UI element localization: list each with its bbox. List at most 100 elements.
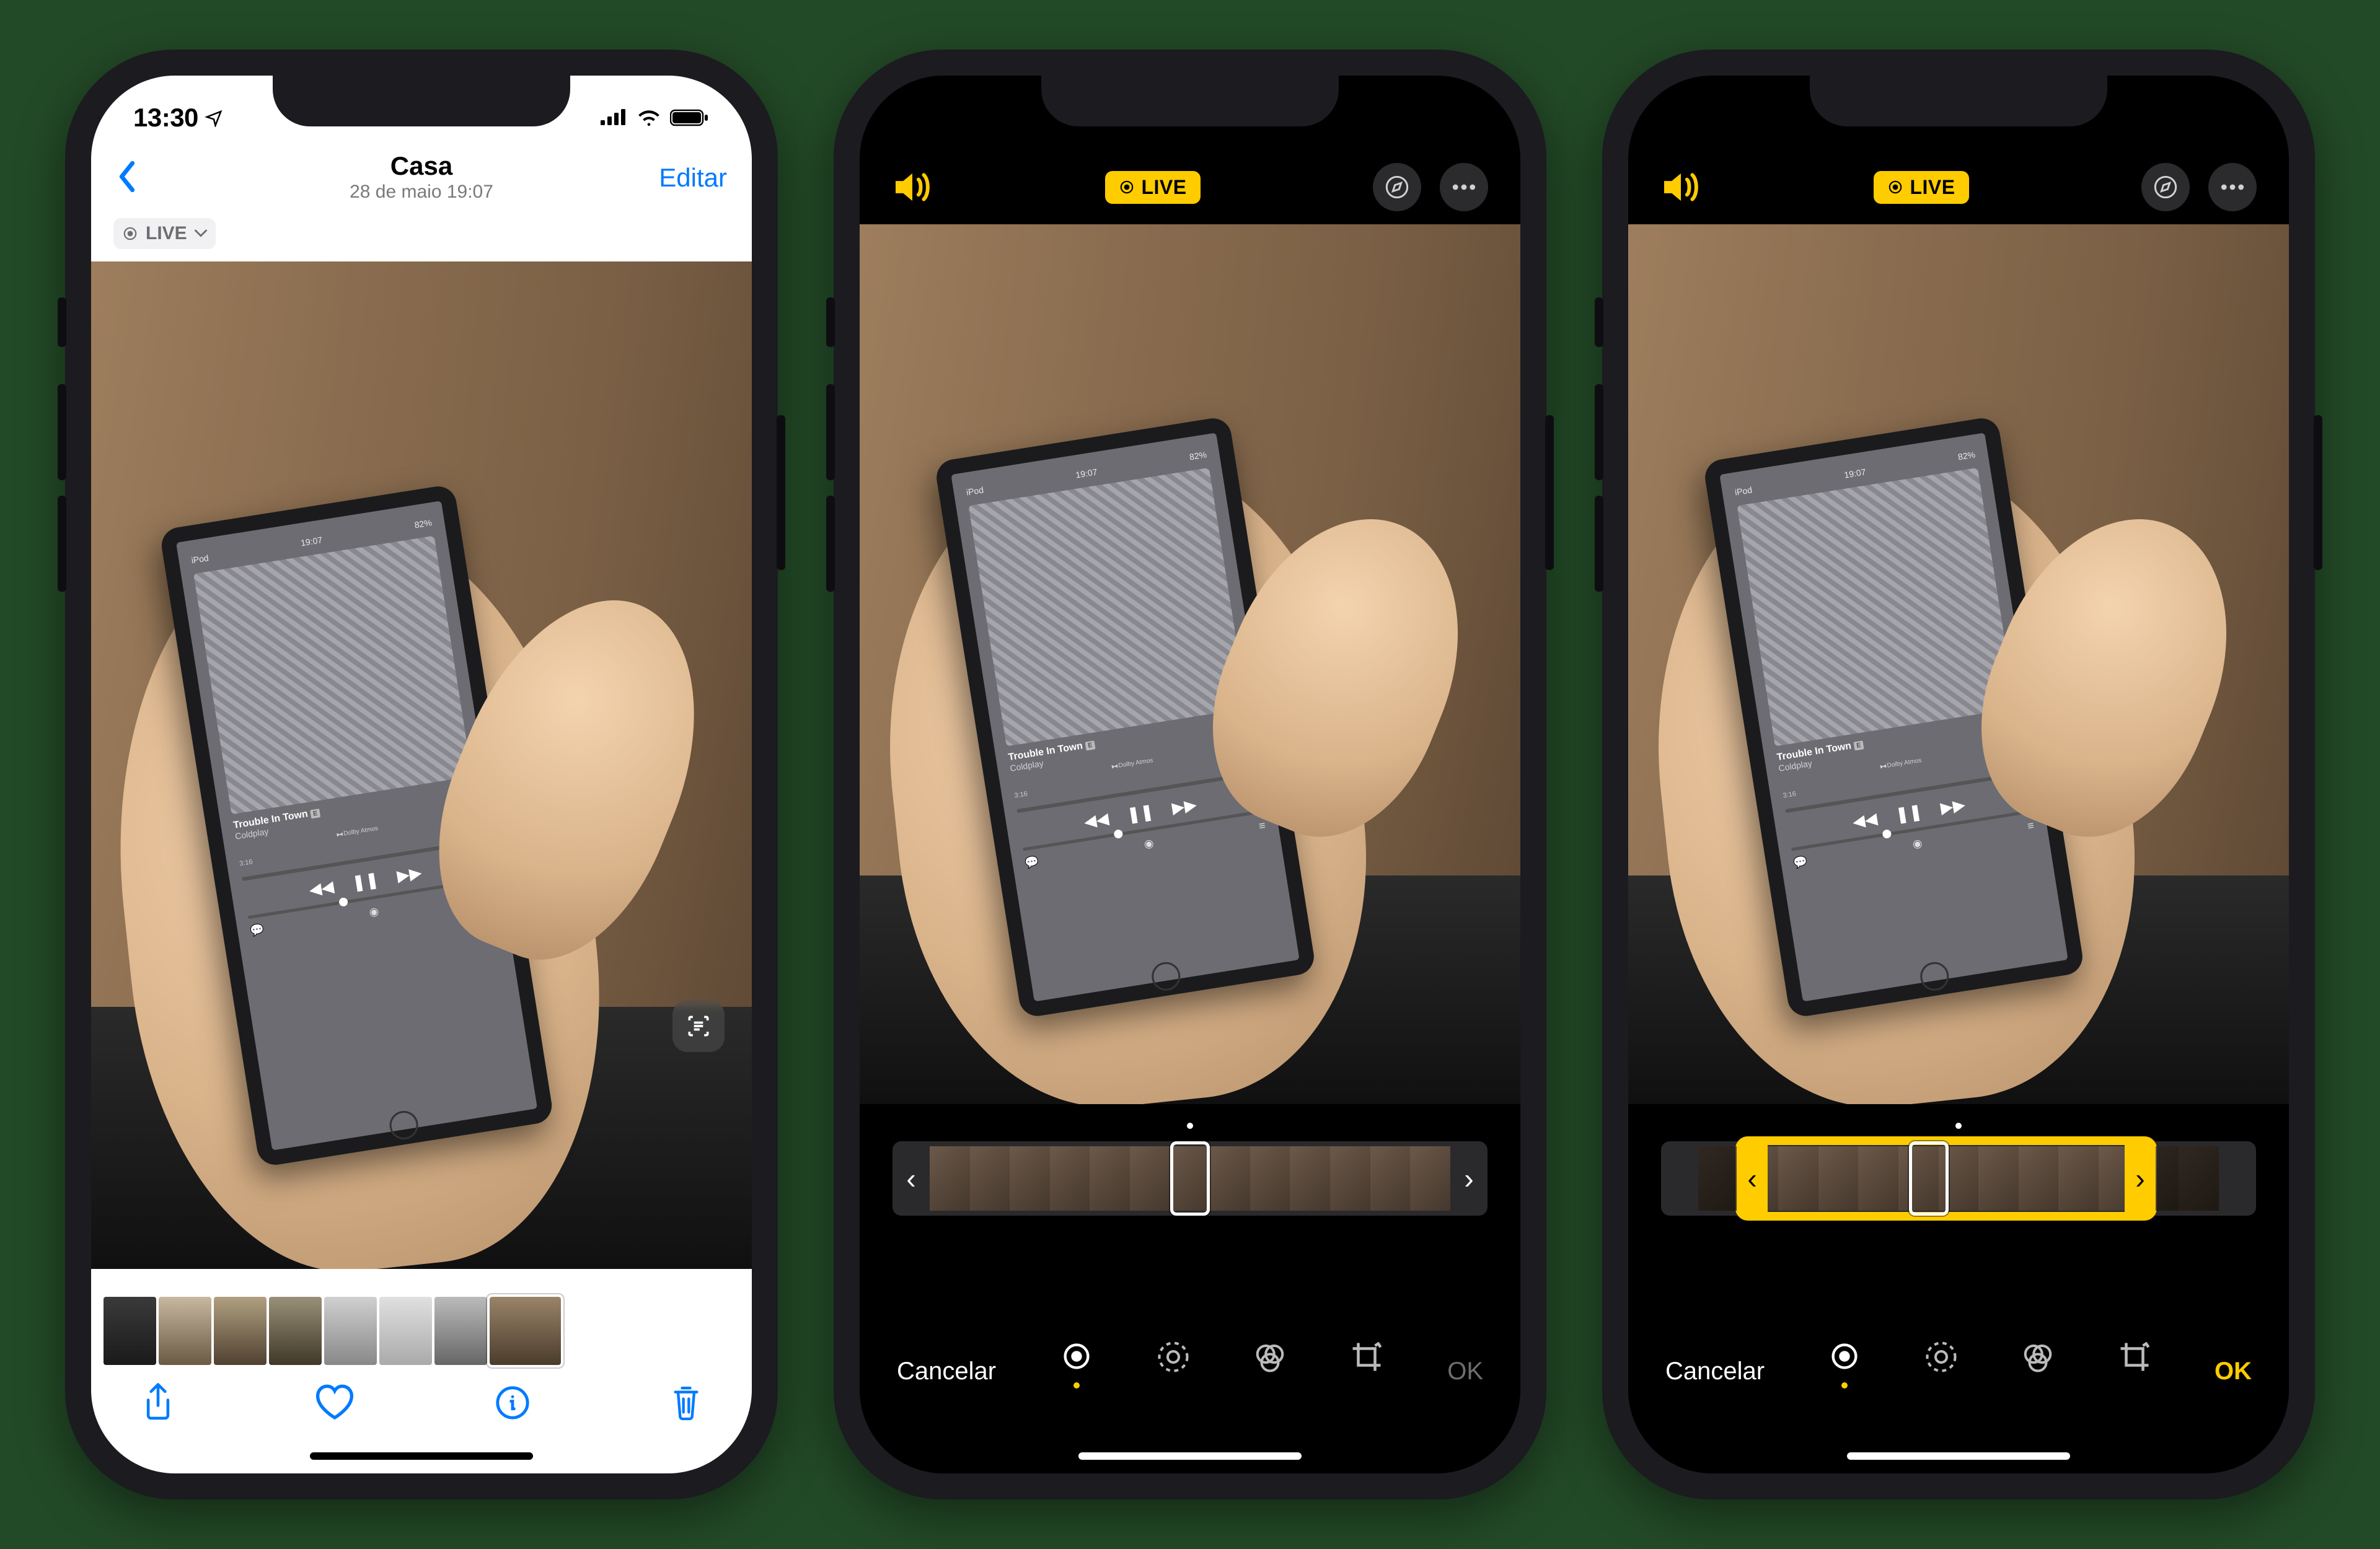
live-photo: iPod19:0782% Trouble In Town EColdplay ▸… bbox=[860, 224, 1520, 1104]
thumbnail bbox=[379, 1297, 432, 1365]
live-icon bbox=[122, 226, 138, 242]
live-badge[interactable]: LIVE bbox=[1105, 171, 1200, 204]
trimmed-region-right bbox=[2157, 1146, 2219, 1211]
mode-adjust-button[interactable] bbox=[1916, 1340, 1966, 1402]
adjust-icon bbox=[1157, 1340, 1190, 1374]
delete-button[interactable] bbox=[670, 1384, 702, 1425]
cancel-button[interactable]: Cancelar bbox=[897, 1358, 996, 1385]
trash-icon bbox=[670, 1384, 702, 1422]
trim-handle-left[interactable]: ‹ bbox=[1737, 1141, 1768, 1216]
crop-icon bbox=[2118, 1340, 2151, 1374]
thumbnail bbox=[434, 1297, 487, 1365]
markup-icon bbox=[2153, 175, 2178, 200]
volume-up-button[interactable] bbox=[826, 384, 835, 480]
edit-top-bar: LIVE bbox=[860, 156, 1520, 218]
edit-top-bar: LIVE bbox=[1628, 156, 2289, 218]
favorite-button[interactable] bbox=[315, 1384, 355, 1424]
ipod-time: 19:07 bbox=[301, 535, 324, 548]
mute-switch[interactable] bbox=[826, 297, 835, 347]
key-frame-indicator[interactable] bbox=[1909, 1141, 1949, 1216]
volume-up-button[interactable] bbox=[1595, 384, 1603, 480]
ok-button[interactable]: OK bbox=[2215, 1358, 2252, 1385]
volume-down-button[interactable] bbox=[58, 496, 66, 592]
chevron-left-icon bbox=[116, 160, 138, 193]
home-indicator[interactable] bbox=[1847, 1452, 2070, 1460]
thumbnail bbox=[324, 1297, 377, 1365]
lyrics-icon: 💬 bbox=[249, 923, 265, 937]
volume-up-button[interactable] bbox=[58, 384, 66, 480]
trim-handle-right[interactable]: › bbox=[1450, 1141, 1488, 1216]
airplay-icon: ◉ bbox=[368, 905, 380, 919]
power-button[interactable] bbox=[777, 415, 785, 570]
back-button[interactable] bbox=[116, 160, 138, 196]
mode-filters-button[interactable] bbox=[2013, 1340, 2063, 1402]
live-scrubber-trimmed[interactable]: ‹ › bbox=[1661, 1141, 2256, 1216]
cancel-button[interactable]: Cancelar bbox=[1665, 1358, 1765, 1385]
notch bbox=[1810, 76, 2107, 126]
pause-icon: ❚❚ bbox=[351, 869, 381, 892]
live-scrubber-area: ‹ › bbox=[860, 1123, 1520, 1259]
mode-live-button[interactable] bbox=[1820, 1340, 1869, 1402]
chevron-down-icon bbox=[195, 229, 207, 238]
thumbnail-strip[interactable] bbox=[91, 1294, 752, 1368]
home-indicator[interactable] bbox=[310, 1452, 533, 1460]
live-badge[interactable]: LIVE bbox=[1874, 171, 1968, 204]
location-icon bbox=[205, 108, 223, 127]
more-icon bbox=[2220, 184, 2245, 190]
rewind-icon: ◀◀ bbox=[308, 877, 335, 900]
mode-crop-button[interactable] bbox=[2110, 1340, 2159, 1402]
edit-viewport[interactable]: iPod19:0782% Trouble In Town EColdplay ▸… bbox=[1628, 224, 2289, 1104]
live-label: LIVE bbox=[1141, 176, 1186, 199]
visual-lookup-button[interactable] bbox=[672, 1000, 725, 1052]
info-button[interactable] bbox=[495, 1385, 531, 1424]
more-button[interactable] bbox=[1440, 163, 1488, 211]
power-button[interactable] bbox=[2314, 415, 2322, 570]
trim-handle-left[interactable]: ‹ bbox=[892, 1141, 930, 1216]
status-time: 13:30 bbox=[133, 103, 198, 133]
mode-crop-button[interactable] bbox=[1342, 1340, 1391, 1402]
live-scrubber-area: ‹ › bbox=[1628, 1123, 2289, 1259]
adjust-icon bbox=[1924, 1340, 1958, 1374]
thumbnail bbox=[214, 1297, 267, 1365]
live-photo: iPod19:0782% Trouble In Town EColdplay ▸… bbox=[1628, 224, 2289, 1104]
sound-on-icon[interactable] bbox=[1660, 170, 1701, 204]
album-art bbox=[194, 536, 472, 814]
heart-icon bbox=[315, 1384, 355, 1421]
photo-viewport[interactable]: iPod19:0782% Trouble In Town EColdplay ▸… bbox=[91, 261, 752, 1269]
edit-bottom-bar: Cancelar OK bbox=[860, 1319, 1520, 1424]
nav-title: Casa bbox=[350, 153, 493, 179]
mute-switch[interactable] bbox=[58, 297, 66, 347]
mode-filters-button[interactable] bbox=[1245, 1340, 1295, 1402]
share-button[interactable] bbox=[141, 1382, 175, 1427]
live-badge-button[interactable]: LIVE bbox=[113, 218, 216, 249]
more-button[interactable] bbox=[2208, 163, 2257, 211]
mode-adjust-button[interactable] bbox=[1148, 1340, 1198, 1402]
live-scrubber[interactable]: ‹ › bbox=[892, 1141, 1488, 1216]
thumbnail-selected bbox=[490, 1297, 561, 1365]
edit-button[interactable]: Editar bbox=[659, 163, 727, 193]
sound-on-icon[interactable] bbox=[892, 170, 933, 204]
ok-button[interactable]: OK bbox=[1447, 1358, 1483, 1385]
home-indicator[interactable] bbox=[1078, 1452, 1302, 1460]
edit-viewport[interactable]: iPod19:0782% Trouble In Town EColdplay ▸… bbox=[860, 224, 1520, 1104]
key-frame-indicator[interactable] bbox=[1170, 1141, 1210, 1216]
trim-handle-right[interactable]: › bbox=[2125, 1141, 2156, 1216]
edit-bottom-bar: Cancelar OK bbox=[1628, 1319, 2289, 1424]
share-icon bbox=[141, 1382, 175, 1424]
markup-button[interactable] bbox=[2141, 163, 2190, 211]
ipod-carrier: iPod bbox=[191, 553, 209, 565]
nav-subtitle: 28 de maio 19:07 bbox=[350, 182, 493, 203]
live-mode-icon bbox=[1828, 1340, 1861, 1372]
volume-down-button[interactable] bbox=[1595, 496, 1603, 592]
markup-button[interactable] bbox=[1373, 163, 1421, 211]
phone-editor-2: LIVE iPod19:0782% Trouble In Town EColdp… bbox=[1602, 50, 2315, 1499]
volume-down-button[interactable] bbox=[826, 496, 835, 592]
mute-switch[interactable] bbox=[1595, 297, 1603, 347]
thumbnail bbox=[269, 1297, 322, 1365]
markup-icon bbox=[1385, 175, 1409, 200]
live-icon bbox=[1119, 179, 1135, 195]
mode-live-button[interactable] bbox=[1052, 1340, 1101, 1402]
power-button[interactable] bbox=[1545, 415, 1554, 570]
visual-lookup-icon bbox=[685, 1012, 712, 1040]
thumbnail bbox=[104, 1297, 156, 1365]
